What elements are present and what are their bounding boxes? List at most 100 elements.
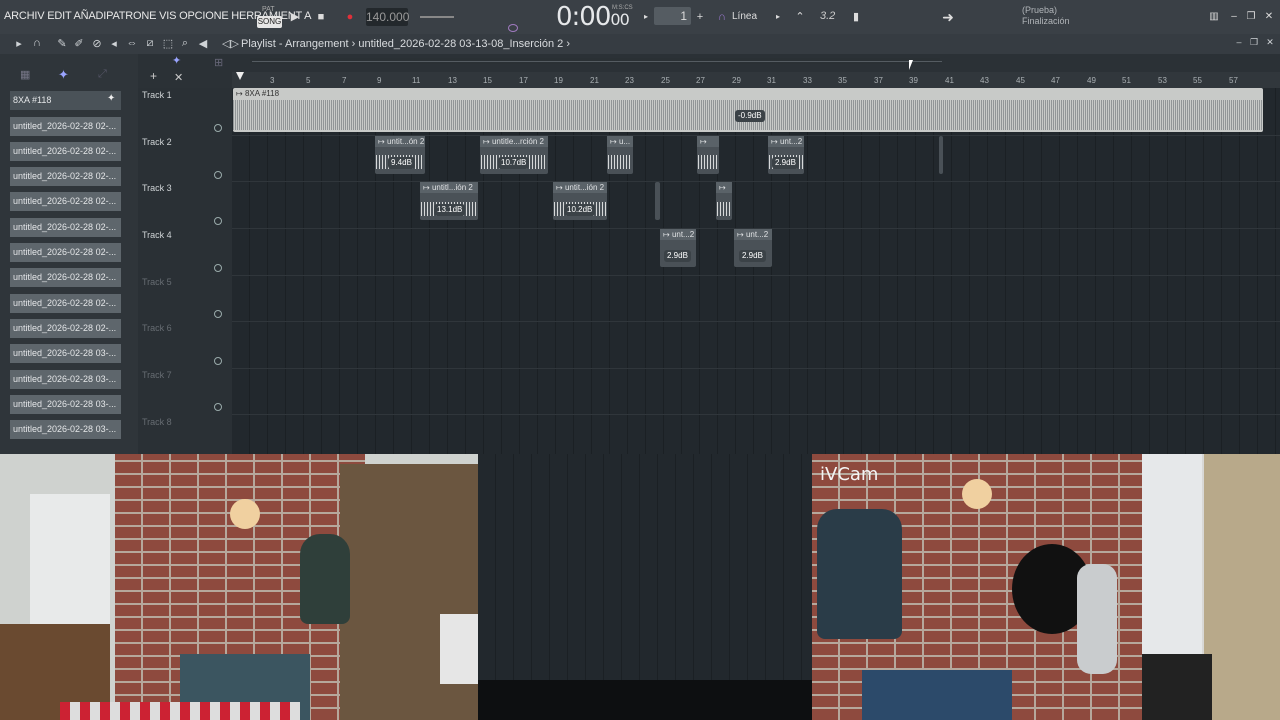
- clip-list-item[interactable]: untitled_2026-02-28 02-...: [10, 167, 121, 186]
- step-prev-icon[interactable]: ▸: [638, 9, 654, 25]
- ruler-number: 55: [1193, 76, 1202, 85]
- remove-icon[interactable]: ✕: [174, 71, 183, 84]
- pattern-icon[interactable]: ▦: [20, 68, 30, 81]
- clip-list-item[interactable]: untitled_2026-02-28 02-...: [10, 319, 121, 338]
- clip-list-item[interactable]: untitled_2026-02-28 03-...: [10, 370, 121, 389]
- clip-list-item[interactable]: untitled_2026-02-28 02-...: [10, 268, 121, 287]
- playhead-marker-icon[interactable]: [236, 72, 244, 80]
- ruler-number: 31: [767, 76, 776, 85]
- track-1-name[interactable]: Track 1: [142, 90, 172, 100]
- clip-list-item[interactable]: untitled_2026-02-28 02-...: [10, 192, 121, 211]
- clip-list-item[interactable]: untitled_2026-02-28 02-...: [10, 117, 121, 136]
- tempo-display[interactable]: 140.000: [366, 8, 409, 26]
- track-divider: [232, 368, 1280, 369]
- add-track-icon[interactable]: +: [150, 69, 157, 83]
- track-5-name[interactable]: Track 5: [142, 277, 172, 287]
- audio-icon[interactable]: ✦: [58, 67, 69, 83]
- step-input[interactable]: 1: [654, 7, 691, 25]
- arrange-icon[interactable]: ◁▷: [222, 37, 239, 50]
- forward-arrow-icon[interactable]: ➜: [940, 9, 956, 25]
- playlist-menu-icon[interactable]: ▸: [12, 37, 26, 50]
- mute-icon[interactable]: ◂: [107, 37, 121, 50]
- ruler-number: 57: [1229, 76, 1238, 85]
- ruler-number: 5: [306, 76, 311, 85]
- clip-gain-label: 2.9dB: [739, 250, 766, 262]
- pencil-icon[interactable]: ✎: [55, 37, 69, 50]
- audio-clip[interactable]: [939, 136, 943, 174]
- clip-name-text: unt...2: [779, 137, 803, 146]
- delete-icon[interactable]: ⊘: [90, 37, 104, 50]
- track-7-name[interactable]: Track 7: [142, 370, 172, 380]
- clip-name: ↦ 8XA #118: [236, 89, 280, 98]
- webcam-left-feed: [0, 454, 478, 720]
- add-icon[interactable]: +: [692, 9, 708, 25]
- track-3-name[interactable]: Track 3: [142, 183, 172, 193]
- track-7-mute-icon[interactable]: [214, 403, 222, 411]
- ruler-number: 49: [1087, 76, 1096, 85]
- clip-list-item[interactable]: untitled_2026-02-28 02-...: [10, 294, 121, 313]
- window-restore-icon[interactable]: ❐: [1247, 37, 1261, 48]
- speaker-icon[interactable]: ◀: [196, 37, 210, 50]
- play-icon[interactable]: ▶: [287, 9, 303, 25]
- snap-next-icon[interactable]: ▸: [770, 9, 786, 25]
- track-8-name[interactable]: Track 8: [142, 417, 172, 427]
- clip-list-item[interactable]: untitled_2026-02-28 03-...: [10, 420, 121, 439]
- ruler-number: 25: [661, 76, 670, 85]
- metronome-icon[interactable]: ⌃: [792, 9, 808, 25]
- audio-clip[interactable]: [655, 182, 660, 220]
- clip-list-item[interactable]: untitled_2026-02-28 02-...: [10, 218, 121, 237]
- close-icon[interactable]: ✕: [1261, 9, 1277, 25]
- magnet-icon[interactable]: ∩: [30, 37, 44, 49]
- master-volume-slider[interactable]: [420, 16, 454, 18]
- piano-roll-icon[interactable]: ⊞: [214, 56, 223, 69]
- magnet-icon[interactable]: ∩: [714, 9, 730, 25]
- clip-list-item[interactable]: untitled_2026-02-28 02-...: [10, 243, 121, 262]
- select-icon[interactable]: ⬚: [161, 37, 175, 50]
- restore-icon[interactable]: ❐: [1243, 9, 1259, 25]
- pattern-name[interactable]: untitled_2026-02-28 03-13-08_Inserción 2: [358, 38, 563, 50]
- track-5-mute-icon[interactable]: [214, 310, 222, 318]
- scrollbar-thumb[interactable]: [252, 61, 942, 62]
- stop-icon[interactable]: ■: [313, 9, 329, 25]
- ruler-number: 7: [342, 76, 347, 85]
- waveform: [608, 155, 632, 169]
- lock-icon: ▥: [1209, 11, 1219, 22]
- track-3-mute-icon[interactable]: [214, 217, 222, 225]
- slip-icon[interactable]: ⇔: [125, 37, 139, 49]
- clip-name-text: untit...ón 2: [386, 137, 425, 146]
- track-6-name[interactable]: Track 6: [142, 323, 172, 333]
- clip-list-item[interactable]: untitled_2026-02-28 03-...: [10, 395, 121, 414]
- ruler-number: 45: [1016, 76, 1025, 85]
- grid-continuation: [478, 454, 812, 680]
- brush-icon[interactable]: ✐: [72, 37, 86, 50]
- clip-list-item[interactable]: untitled_2026-02-28 03-...: [10, 344, 121, 363]
- track-2-name[interactable]: Track 2: [142, 137, 172, 147]
- wall-decoration: [230, 499, 260, 529]
- clip-list-item[interactable]: untitled_2026-02-28 02-...: [10, 142, 121, 161]
- track-4-mute-icon[interactable]: [214, 264, 222, 272]
- clip-gain-label: 2.9dB: [664, 250, 691, 262]
- track-divider: [232, 414, 1280, 415]
- track-1-mute-icon[interactable]: [214, 124, 222, 132]
- white-bottle: [440, 614, 478, 684]
- automation-icon[interactable]: ⤢: [98, 68, 107, 81]
- clip-gain-label: 13.1dB: [434, 204, 466, 216]
- ruler-number: 15: [483, 76, 492, 85]
- record-icon[interactable]: ●: [342, 9, 358, 25]
- clip-name-text: untitl...ión 2: [431, 183, 473, 192]
- zoom-icon[interactable]: ⌕: [178, 37, 192, 50]
- track-6-mute-icon[interactable]: [214, 357, 222, 365]
- track-4-name[interactable]: Track 4: [142, 230, 172, 240]
- window-minimize-icon[interactable]: –: [1232, 37, 1246, 47]
- window-close-icon[interactable]: ✕: [1263, 37, 1277, 48]
- track-2-mute-icon[interactable]: [214, 171, 222, 179]
- minimize-icon[interactable]: –: [1226, 9, 1242, 25]
- time-signature[interactable]: 3.2: [820, 10, 835, 22]
- slice-icon[interactable]: ⧄: [143, 37, 157, 50]
- song-mode-button[interactable]: SONG: [257, 16, 282, 28]
- ruler-number: 37: [874, 76, 883, 85]
- snap-select[interactable]: Línea: [732, 11, 757, 22]
- audio-clip-icon[interactable]: ✦: [172, 54, 181, 67]
- clip-list-item[interactable]: 8XA #118: [10, 91, 121, 110]
- pitch-knob-icon[interactable]: [508, 24, 518, 32]
